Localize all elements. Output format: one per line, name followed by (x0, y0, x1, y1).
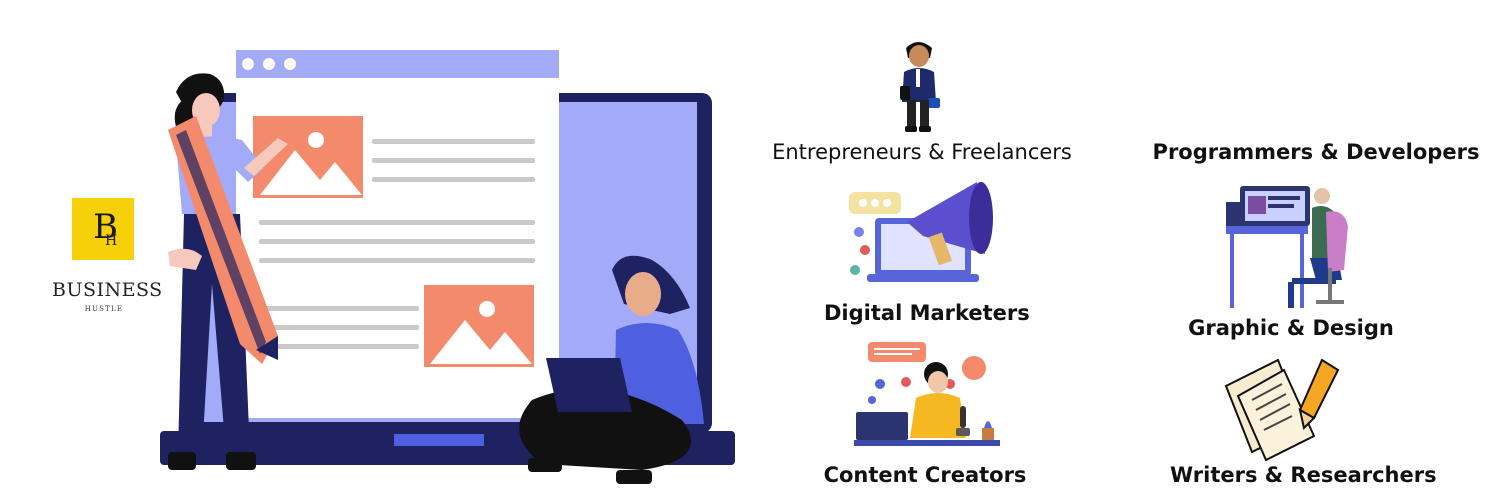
megaphone-laptop-icon (849, 182, 993, 282)
website-design-illustration-icon (160, 50, 735, 484)
logo-monogram-h: H (105, 233, 118, 249)
businessman-icon (900, 42, 940, 132)
audience-label-graphic-design: Graphic & Design (1188, 316, 1394, 340)
logo-name: BUSINESS (52, 279, 163, 301)
audience-label-writers: Writers & Researchers (1170, 463, 1437, 487)
audience-label-content-creators: Content Creators (823, 463, 1027, 487)
audience-label-programmers: Programmers & Developers (1152, 140, 1480, 164)
documents-pencil-icon (1224, 358, 1340, 462)
audience-label-entrepreneurs: Entrepreneurs & Freelancers (772, 140, 1072, 164)
podcaster-icon (854, 342, 1000, 446)
developer-desk-icon (1226, 186, 1348, 308)
logo-monogram: B H (83, 204, 123, 254)
audience-label-digital-marketers: Digital Marketers (824, 301, 1030, 325)
logo-subtitle: HUSTLE (84, 305, 124, 313)
logo-badge: B H (72, 198, 134, 260)
